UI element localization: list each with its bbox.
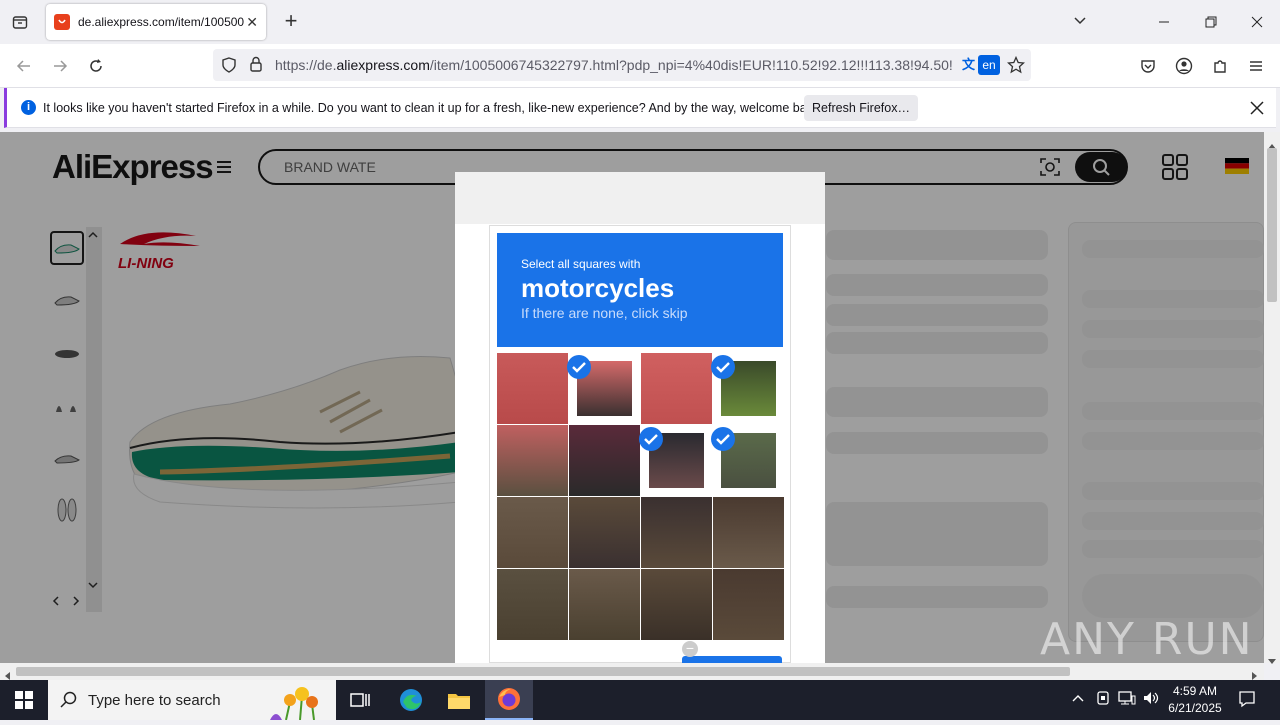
horizontal-scroll-thumb[interactable] [16,667,1070,676]
windows-start-icon[interactable] [0,680,48,720]
notification-bar: i It looks like you haven't started Fire… [4,88,1276,128]
captcha-tile-6[interactable] [569,425,640,496]
captcha-tile-5[interactable] [497,425,568,496]
selected-check-icon [711,427,735,451]
close-notification-icon[interactable] [1247,98,1267,118]
captcha-tile-13[interactable] [497,569,568,640]
extensions-icon[interactable] [1206,52,1234,80]
menu-icon[interactable] [1242,52,1270,80]
anyrun-watermark: ANY RUN [1040,614,1254,665]
minimize-captcha-icon[interactable]: − [682,641,698,657]
captcha-tile-10[interactable] [569,497,640,568]
captcha-header [455,172,825,224]
captcha-tile-image [569,569,640,640]
task-view-icon[interactable] [336,680,384,720]
captcha-modal: Select all squares with motorcycles If t… [455,172,825,718]
account-icon[interactable] [1170,52,1198,80]
captcha-tile-image [641,497,712,568]
url-text: https://de.aliexpress.com/item/100500674… [275,57,953,73]
captcha-tile-12[interactable] [713,497,784,568]
scroll-down-icon[interactable] [1268,652,1276,670]
captcha-tile-image [569,497,640,568]
edge-browser-icon[interactable] [387,680,435,720]
notification-text: It looks like you haven't started Firefo… [43,101,823,115]
lock-icon[interactable] [249,56,263,77]
horizontal-scrollbar[interactable] [0,663,1264,680]
firefox-taskbar-icon[interactable] [485,680,533,720]
prompt-skip-hint: If there are none, click skip [521,305,688,321]
tab-close-icon[interactable]: ✕ [246,14,258,31]
forward-icon[interactable] [46,52,74,80]
tray-overflow-icon[interactable] [1072,690,1084,706]
tracking-protection-shield-icon[interactable] [221,57,237,78]
captcha-tile-14[interactable] [569,569,640,640]
browser-tab[interactable]: de.aliexpress.com/item/100500( ✕ [46,4,266,40]
search-icon [60,691,78,714]
device-icon[interactable] [1096,690,1110,709]
system-clock[interactable]: 4:59 AM 6/21/2025 [1160,683,1230,717]
captcha-challenge: Select all squares with motorcycles If t… [489,225,791,718]
svg-text:文: 文 [962,57,976,73]
minimize-icon[interactable] [1152,10,1176,34]
windows-taskbar: Type here to search 4:59 AM 6/21/2025 [0,680,1280,721]
navigation-toolbar: https://de.aliexpress.com/item/100500674… [0,44,1280,88]
selected-check-icon [711,355,735,379]
reload-icon[interactable] [82,52,110,80]
clock-time: 4:59 AM [1172,684,1218,698]
captcha-tile-image [497,569,568,640]
tab-list-icon[interactable] [8,10,32,34]
language-badge[interactable]: en [978,55,1000,75]
new-tab-icon[interactable]: + [280,10,302,34]
network-icon[interactable] [1118,690,1136,709]
captcha-tile-image [641,353,712,424]
restore-icon[interactable] [1199,10,1223,34]
file-explorer-icon[interactable] [435,680,483,720]
tab-title: de.aliexpress.com/item/100500( [78,15,244,29]
aliexpress-favicon-icon [54,14,70,30]
list-all-tabs-icon[interactable] [1072,12,1092,32]
captcha-tile-image [713,497,784,568]
captcha-tile-1[interactable] [497,353,568,424]
captcha-tile-image [569,425,640,496]
taskbar-search-placeholder: Type here to search [88,692,221,709]
taskbar-search-box[interactable]: Type here to search [48,680,336,721]
captcha-grid [497,353,785,641]
vertical-scroll-thumb[interactable] [1267,148,1277,302]
selected-check-icon [639,427,663,451]
captcha-tile-image [641,569,712,640]
captcha-tile-image [497,497,568,568]
prompt-target: motorcycles [521,273,675,303]
back-icon[interactable] [10,52,38,80]
captcha-tile-16[interactable] [713,569,784,640]
url-bar[interactable]: https://de.aliexpress.com/item/100500674… [213,49,1031,81]
bookmark-star-icon[interactable] [1006,55,1026,79]
pocket-icon[interactable] [1134,52,1162,80]
notifications-icon[interactable] [1238,690,1256,711]
captcha-tile-image [497,425,568,496]
captcha-tile-11[interactable] [641,497,712,568]
captcha-prompt: Select all squares with motorcycles If t… [497,233,783,347]
captcha-tile-9[interactable] [497,497,568,568]
captcha-tile-3[interactable] [641,353,712,424]
volume-icon[interactable] [1142,690,1160,709]
tab-bar: de.aliexpress.com/item/100500( ✕ + [0,0,1280,44]
vertical-scrollbar[interactable] [1264,132,1280,664]
info-icon: i [21,100,36,115]
captcha-tile-image [713,569,784,640]
clock-date: 6/21/2025 [1168,701,1222,715]
flowers-decoration-icon [266,682,332,725]
captcha-tile-image [497,353,568,424]
prompt-instruction: Select all squares with [521,257,641,271]
captcha-tile-15[interactable] [641,569,712,640]
translate-icon[interactable]: 文 [961,55,979,78]
refresh-firefox-button[interactable]: Refresh Firefox… [804,95,918,121]
selected-check-icon [567,355,591,379]
close-window-icon[interactable] [1245,10,1269,34]
